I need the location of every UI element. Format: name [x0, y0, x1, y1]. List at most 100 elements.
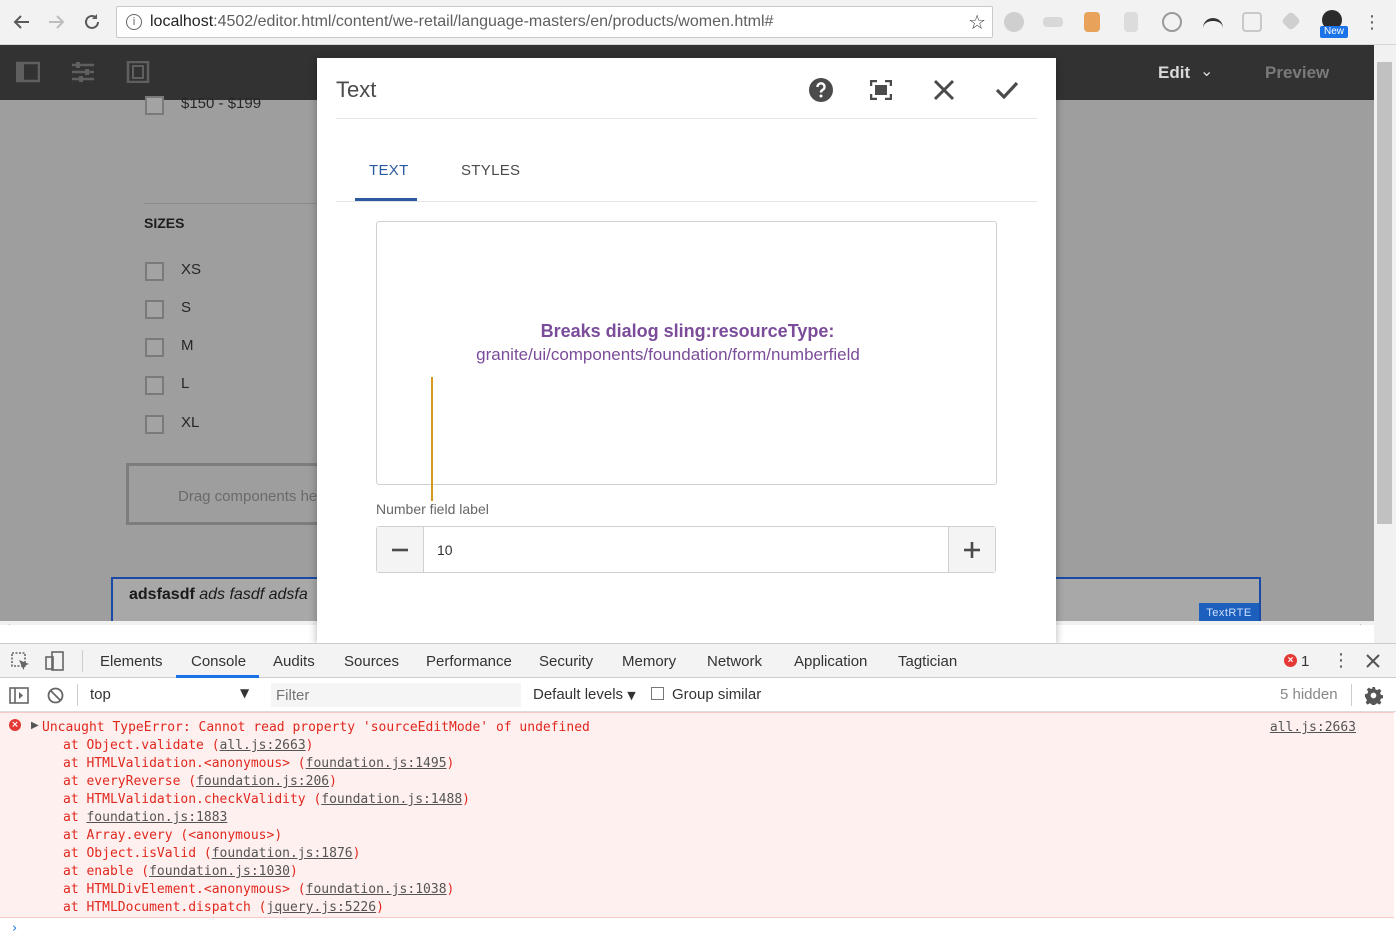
gear-icon[interactable] — [1364, 686, 1383, 705]
stack-source-link[interactable]: all.js:2663 — [220, 738, 306, 753]
devtools-panel: Elements Console Audits Sources Performa… — [0, 643, 1396, 936]
stack-line-text: at Array.every (<anonymous>) — [63, 828, 283, 843]
filter-input[interactable] — [271, 683, 521, 707]
tab-console[interactable]: Console — [191, 653, 246, 670]
clear-console-icon[interactable] — [47, 687, 64, 704]
price-option-label: $150 - $199 — [181, 95, 262, 112]
group-similar-checkbox[interactable] — [651, 687, 664, 700]
url-text[interactable]: localhost:4502/editor.html/content/we-re… — [150, 13, 773, 31]
tab-text[interactable]: TEXT — [369, 162, 409, 179]
context-selector[interactable]: top — [90, 686, 111, 703]
error-icon[interactable]: × — [1284, 654, 1297, 667]
info-icon[interactable]: i — [126, 14, 142, 30]
emulator-icon[interactable] — [126, 60, 150, 84]
extension-icon[interactable] — [1281, 11, 1301, 31]
stack-source-link[interactable]: foundation.js:1030 — [149, 864, 290, 879]
stack-line-text: ) — [329, 774, 337, 789]
rich-text-editor[interactable]: Breaks dialog sling:resourceType: granit… — [376, 221, 997, 485]
divider — [336, 118, 1037, 119]
size-checkbox[interactable] — [145, 415, 164, 434]
extension-icon[interactable] — [1162, 12, 1182, 32]
drop-zone-label: Drag components he — [178, 488, 318, 505]
size-label: M — [181, 337, 194, 354]
tab-sources[interactable]: Sources — [344, 653, 399, 670]
mode-selector[interactable]: Edit — [1158, 63, 1190, 83]
increment-button[interactable] — [948, 527, 995, 572]
tab-performance[interactable]: Performance — [426, 653, 512, 670]
levels-label: Default levels — [533, 686, 624, 703]
close-icon[interactable] — [930, 76, 958, 104]
drop-zone[interactable]: Drag components he — [126, 463, 326, 525]
stack-source-link[interactable]: jquery.js:5226 — [267, 900, 377, 915]
levels-dropdown[interactable]: Default levels ▼ — [533, 686, 636, 703]
star-icon[interactable]: ☆ — [968, 10, 986, 34]
stack-line-text: ) — [352, 846, 361, 861]
tab-styles[interactable]: STYLES — [461, 162, 520, 179]
size-checkbox[interactable] — [145, 338, 164, 357]
minus-icon — [392, 548, 408, 551]
tab-tagtician[interactable]: Tagtician — [898, 653, 957, 670]
preview-button[interactable]: Preview — [1265, 63, 1329, 83]
price-checkbox[interactable] — [145, 96, 164, 115]
stack-source-link[interactable]: foundation.js:1488 — [321, 792, 462, 807]
console-output: × ▶ Uncaught TypeError: Cannot read prop… — [0, 712, 1394, 918]
stack-line-text: at enable ( — [63, 864, 150, 879]
rte-italic-text: ads fasdf adsfa — [194, 586, 308, 603]
tab-network[interactable]: Network — [707, 653, 762, 670]
extension-icon[interactable] — [1004, 12, 1024, 32]
more-options-icon[interactable]: ⋮ — [1332, 650, 1350, 671]
divider — [82, 650, 83, 672]
url-path: :4502/editor.html/content/we-retail/lang… — [213, 13, 774, 30]
check-icon[interactable] — [993, 76, 1021, 104]
stack-source-link[interactable]: foundation.js:1495 — [306, 756, 447, 771]
number-input[interactable] — [425, 527, 949, 572]
scrollbar-thumb[interactable] — [1377, 62, 1392, 524]
fullscreen-icon[interactable] — [867, 76, 895, 104]
properties-icon[interactable] — [71, 61, 95, 83]
tab-memory[interactable]: Memory — [622, 653, 676, 670]
chevron-down-icon[interactable]: ⌄ — [1200, 61, 1213, 80]
tab-security[interactable]: Security — [539, 653, 593, 670]
size-checkbox[interactable] — [145, 376, 164, 395]
device-toggle-icon[interactable] — [45, 651, 65, 671]
tab-elements[interactable]: Elements — [100, 653, 163, 670]
extension-icon[interactable] — [1242, 12, 1262, 32]
help-icon[interactable] — [807, 76, 835, 104]
size-checkbox[interactable] — [145, 300, 164, 319]
side-panel-icon[interactable] — [15, 61, 41, 83]
reload-icon[interactable] — [78, 8, 106, 36]
error-message[interactable]: Uncaught TypeError: Cannot read property… — [42, 720, 590, 735]
menu-icon[interactable]: ⋮ — [1358, 8, 1386, 36]
stack-source-link[interactable]: foundation.js:1883 — [86, 810, 227, 825]
extension-icon[interactable] — [1084, 12, 1100, 32]
stack-line-text: at Object.isValid ( — [63, 846, 212, 861]
size-label: S — [181, 299, 192, 316]
scroll-right-icon[interactable] — [1358, 624, 1366, 625]
back-icon[interactable] — [8, 8, 36, 36]
extension-icon[interactable] — [1203, 18, 1223, 28]
dropdown-arrow-icon[interactable]: ▼ — [240, 686, 249, 700]
forward-icon[interactable] — [42, 8, 70, 36]
extension-icon[interactable] — [1043, 17, 1063, 27]
stack-source-link[interactable]: foundation.js:1038 — [306, 882, 447, 897]
error-count[interactable]: 1 — [1301, 653, 1309, 670]
size-checkbox[interactable] — [145, 262, 164, 281]
stack-source-link[interactable]: foundation.js:206 — [196, 774, 329, 789]
stack-line: at HTMLValidation.checkValidity (foundat… — [63, 792, 470, 807]
tab-audits[interactable]: Audits — [273, 653, 315, 670]
stack-line: at Object.isValid (foundation.js:1876) — [63, 846, 360, 861]
stack-line: at Object.validate (all.js:2663) — [63, 738, 313, 753]
tab-application[interactable]: Application — [794, 653, 867, 670]
error-source-link[interactable]: all.js:2663 — [1270, 720, 1356, 735]
scroll-left-icon[interactable] — [4, 624, 12, 625]
decrement-button[interactable] — [377, 527, 424, 572]
number-field — [376, 526, 996, 573]
inspect-icon[interactable] — [11, 652, 31, 672]
lock-icon[interactable] — [1124, 12, 1138, 32]
stack-source-link[interactable]: foundation.js:1876 — [212, 846, 353, 861]
console-prompt-icon[interactable]: › — [12, 921, 17, 936]
close-icon[interactable] — [1366, 654, 1380, 668]
address-bar[interactable]: i localhost:4502/editor.html/content/we-… — [116, 6, 993, 38]
expand-arrow-icon[interactable]: ▶ — [31, 720, 39, 731]
sidebar-toggle-icon[interactable] — [9, 687, 29, 704]
